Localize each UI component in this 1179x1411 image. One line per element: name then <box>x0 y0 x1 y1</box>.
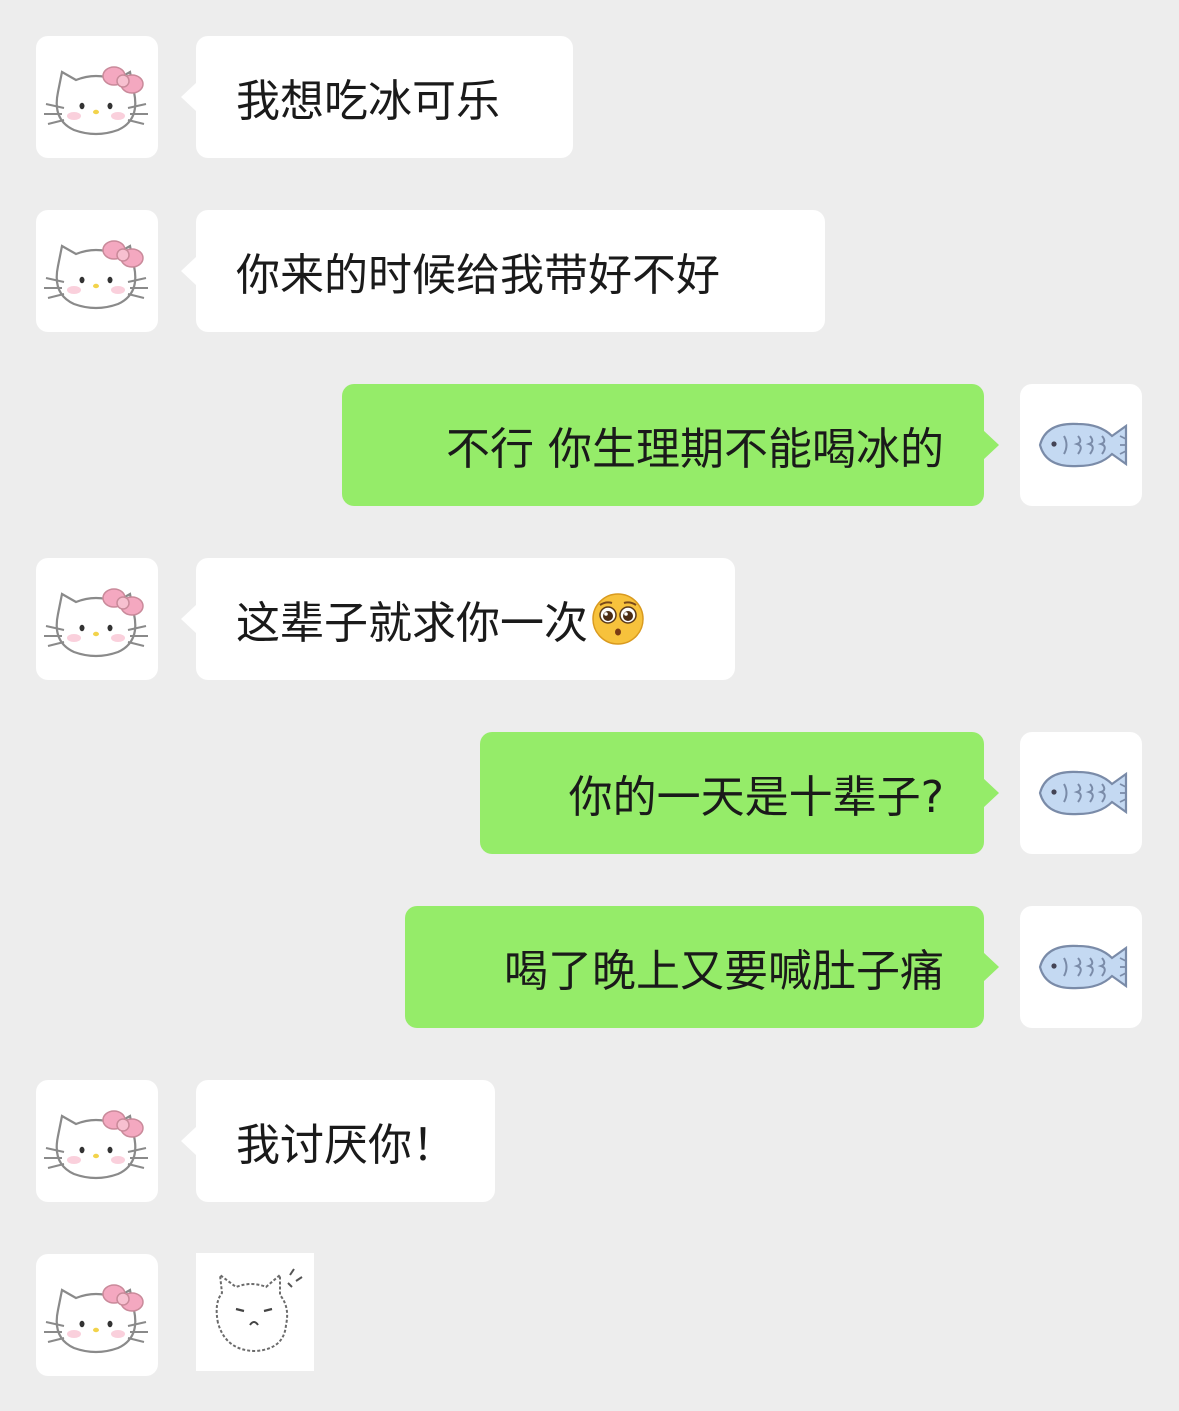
message-bubble-outgoing[interactable]: 喝了晚上又要喊肚子痛 <box>405 906 999 1028</box>
angry-cat-sticker-icon[interactable] <box>196 1253 314 1371</box>
hello-kitty-avatar-icon[interactable] <box>36 36 158 158</box>
message-bubble-incoming[interactable]: 我讨厌你！ <box>181 1080 495 1202</box>
message-bubble-incoming[interactable]: 这辈子就求你一次 <box>181 558 735 680</box>
hello-kitty-avatar-icon[interactable] <box>36 558 158 680</box>
hello-kitty-avatar-icon[interactable] <box>36 1080 158 1202</box>
hello-kitty-avatar-icon[interactable] <box>36 1254 158 1376</box>
blue-fish-avatar-icon[interactable] <box>1020 906 1142 1028</box>
message-bubble-outgoing[interactable]: 你的一天是十辈子? <box>480 732 999 854</box>
message-text: 我讨厌你！ <box>236 1120 456 1171</box>
hello-kitty-avatar-icon[interactable] <box>36 210 158 332</box>
message-text: 这辈子就求你一次 <box>236 598 588 649</box>
pleading-face-icon <box>592 593 644 645</box>
blue-fish-avatar-icon[interactable] <box>1020 732 1142 854</box>
message-text: 不行 你生理期不能喝冰的 <box>446 424 944 475</box>
blue-fish-avatar-icon[interactable] <box>1020 384 1142 506</box>
message-text: 你来的时候给我带好不好 <box>236 250 720 301</box>
message-bubble-outgoing[interactable]: 不行 你生理期不能喝冰的 <box>342 384 999 506</box>
message-bubble-incoming[interactable]: 我想吃冰可乐 <box>181 36 573 158</box>
message-text: 你的一天是十辈子? <box>568 772 944 823</box>
message-text: 我想吃冰可乐 <box>236 76 500 127</box>
message-text: 喝了晚上又要喊肚子痛 <box>504 946 944 997</box>
message-bubble-incoming[interactable]: 你来的时候给我带好不好 <box>181 210 825 332</box>
